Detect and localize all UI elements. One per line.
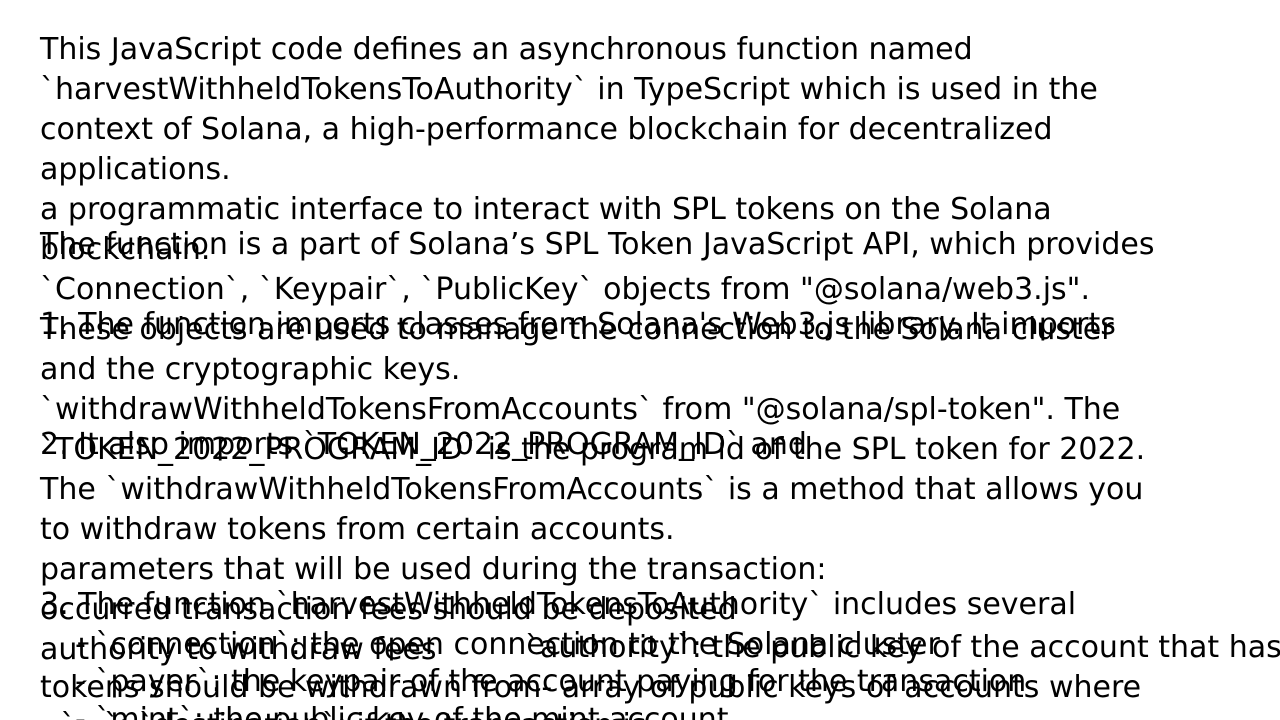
para2-line-1: a programmatic interface to interact wit…	[40, 192, 1052, 227]
point2-line-5: to withdraw tokens from certain accounts…	[40, 512, 675, 547]
point2-line-4: The `withdrawWithheldTokensFromAccounts`…	[40, 472, 1144, 507]
point2-line-3: `TOKEN_2022_PROGRAM_ID` is the program i…	[40, 432, 1146, 467]
point2-line-1: `withdrawWithheldTokensFromAccounts` fro…	[40, 392, 1121, 427]
intro-line-3: context of Solana, a high-performance bl…	[40, 112, 1053, 147]
point3-line-1: parameters that will be used during the …	[40, 552, 827, 587]
point1-line-1: `Connection`, `Keypair`, `PublicKey` obj…	[40, 272, 1091, 307]
intro-line-4: applications.	[40, 152, 231, 187]
para2-line-3: The function is a part of Solana’s SPL T…	[40, 227, 1155, 262]
intro-line-1: This JavaScript code defines an asynchro…	[40, 32, 973, 67]
point1-line-3: These objects are used to manage the con…	[40, 312, 1114, 347]
intro-line-2: `harvestWithheldTokensToAuthority` in Ty…	[40, 72, 1098, 107]
point3-line-3: occurred transaction fees should be depo…	[40, 592, 737, 627]
point3-line-10: - `...`: `destination`: if the transacti…	[40, 706, 647, 720]
point1-line-4: and the cryptographic keys.	[40, 352, 461, 387]
